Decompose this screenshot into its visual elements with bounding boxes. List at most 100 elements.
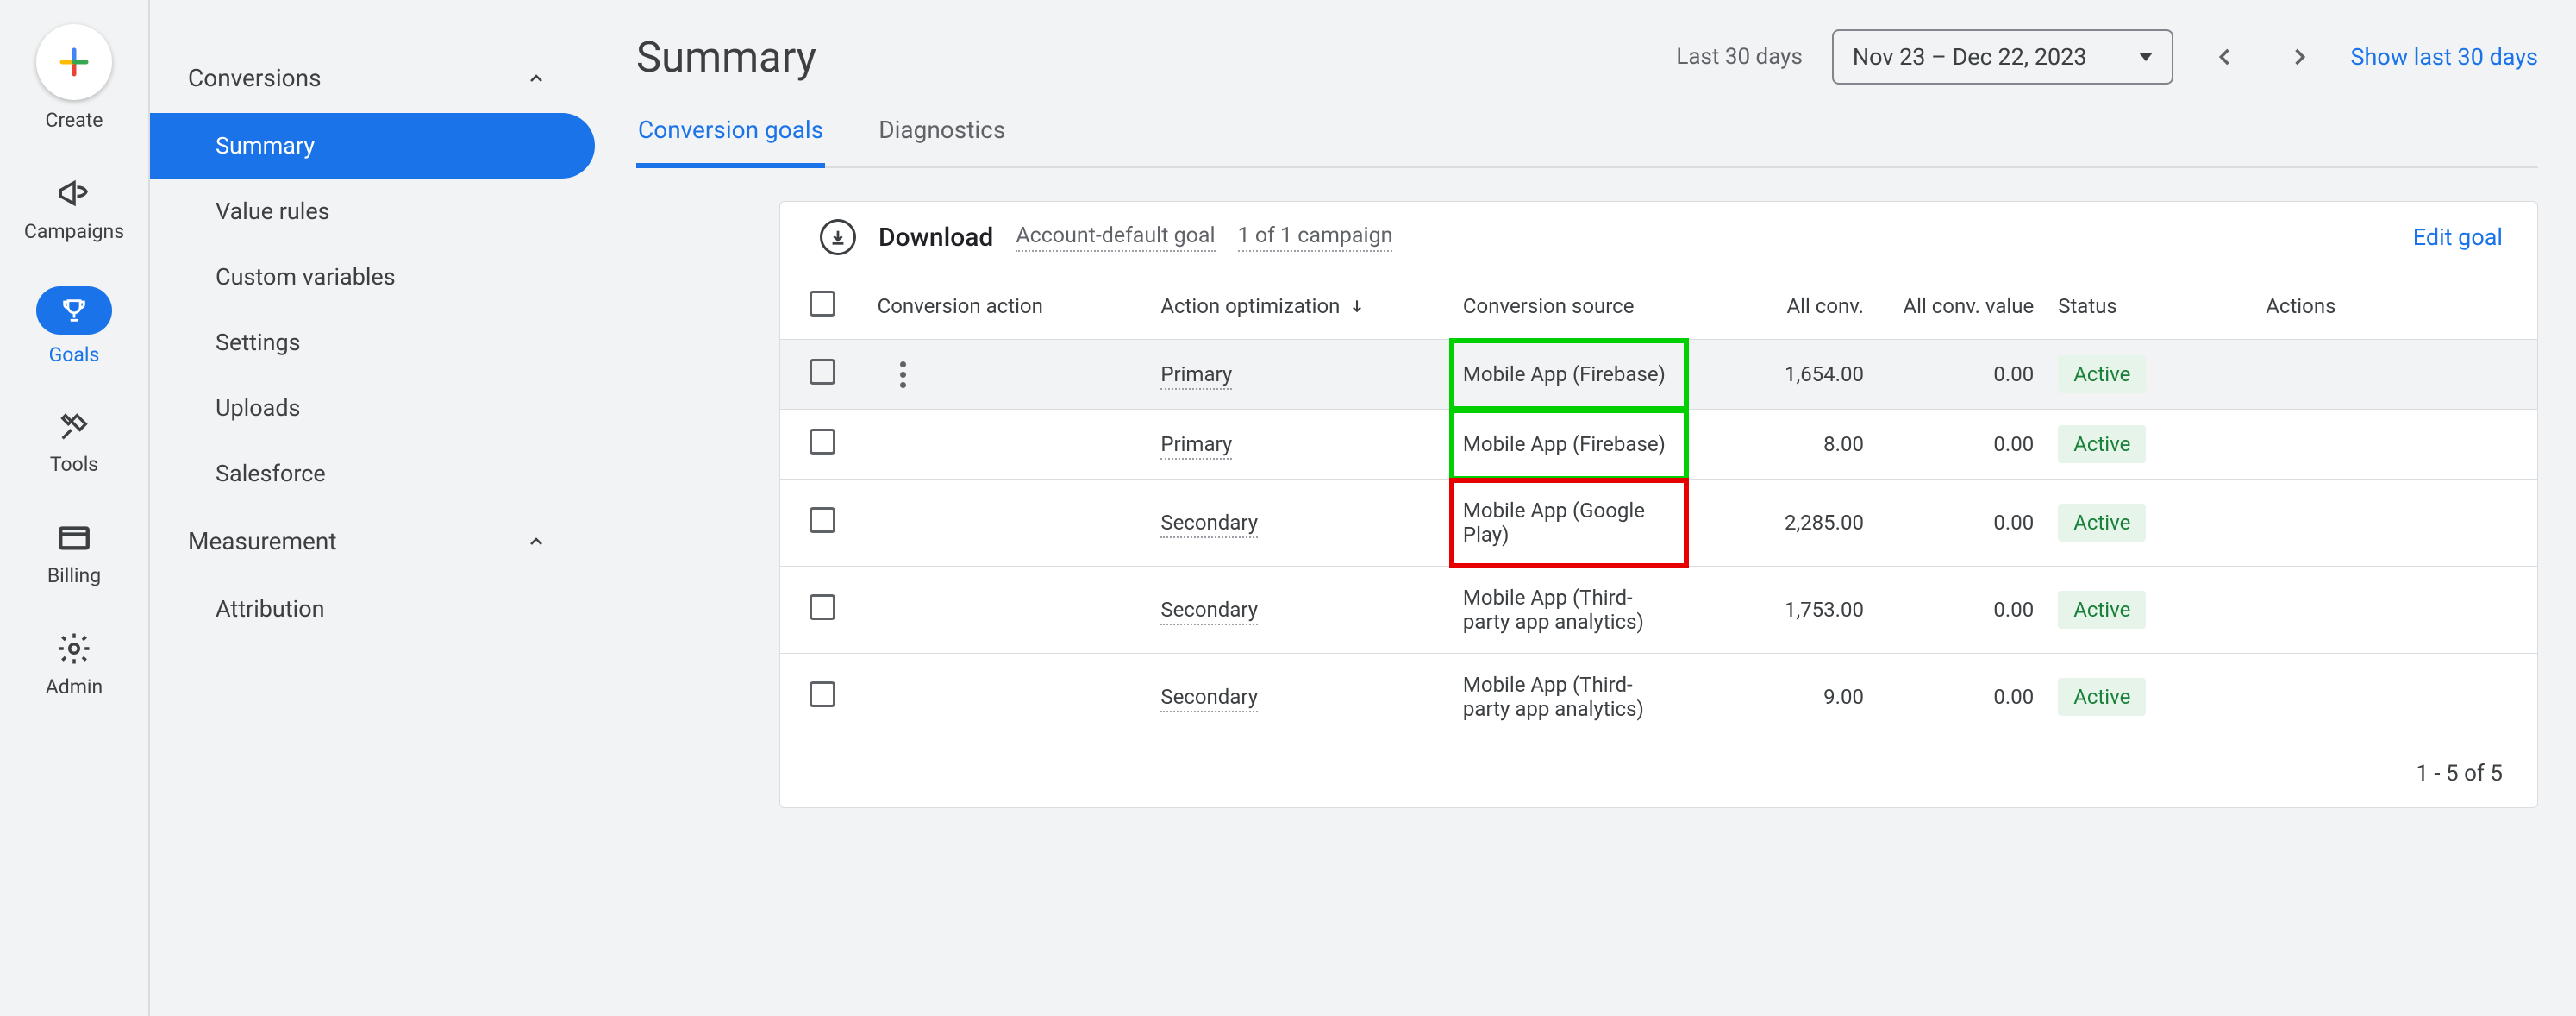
- row-actions: [2254, 340, 2537, 410]
- sidebar-item-uploads[interactable]: Uploads: [150, 375, 595, 441]
- rail-item-goals[interactable]: Goals: [36, 286, 112, 367]
- date-prev-button[interactable]: [2203, 34, 2248, 79]
- all-conv-value: 2,285.00: [1687, 480, 1876, 567]
- card-icon: [56, 519, 92, 555]
- date-next-button[interactable]: [2277, 34, 2322, 79]
- all-conv-value: 1,753.00: [1687, 567, 1876, 654]
- row-checkbox[interactable]: [810, 594, 835, 620]
- edit-goal-link[interactable]: Edit goal: [2413, 223, 2503, 251]
- page-title: Summary: [636, 33, 816, 82]
- conversion-source-value: Mobile App (Firebase): [1451, 410, 1687, 480]
- sort-desc-icon: [1348, 298, 1366, 315]
- select-all-checkbox[interactable]: [810, 291, 835, 317]
- all-conv-value-value: 0.00: [1876, 654, 2046, 741]
- optimization-value[interactable]: Primary: [1160, 362, 1232, 390]
- group-title: Conversions: [188, 64, 322, 92]
- show-last-30-link[interactable]: Show last 30 days: [2351, 43, 2538, 71]
- sidebar-item-attribution[interactable]: Attribution: [150, 576, 595, 642]
- card-meta-campaigns[interactable]: 1 of 1 campaign: [1238, 223, 1393, 252]
- status-badge: Active: [2058, 678, 2146, 716]
- rail-item-billing[interactable]: Billing: [47, 519, 101, 587]
- all-conv-value: 8.00: [1687, 410, 1876, 480]
- date-range-label: Last 30 days: [1676, 44, 1803, 70]
- conversions-table: Conversion action Action optimization Co…: [780, 273, 2537, 740]
- row-checkbox[interactable]: [810, 429, 835, 455]
- tab-diagnostics[interactable]: Diagnostics: [877, 107, 1007, 166]
- col-all-conv-value[interactable]: All conv. value: [1876, 273, 2046, 340]
- col-status[interactable]: Status: [2046, 273, 2254, 340]
- megaphone-icon: [56, 175, 92, 211]
- chevron-up-icon: [526, 68, 547, 89]
- tab-conversion-goals[interactable]: Conversion goals: [636, 107, 825, 168]
- rail-label: Billing: [47, 564, 101, 587]
- optimization-value[interactable]: Primary: [1160, 432, 1232, 460]
- group-title: Measurement: [188, 527, 337, 555]
- chevron-up-icon: [526, 531, 547, 552]
- row-checkbox[interactable]: [810, 359, 835, 385]
- gear-icon: [56, 630, 92, 667]
- trophy-icon: [36, 286, 112, 335]
- all-conv-value-value: 0.00: [1876, 410, 2046, 480]
- date-range-value: Nov 23 – Dec 22, 2023: [1853, 43, 2087, 71]
- optimization-value[interactable]: Secondary: [1160, 511, 1258, 538]
- date-range-selector[interactable]: Nov 23 – Dec 22, 2023: [1832, 29, 2173, 85]
- rail-label: Admin: [46, 675, 103, 699]
- rail-item-campaigns[interactable]: Campaigns: [24, 175, 124, 243]
- status-badge: Active: [2058, 425, 2146, 463]
- col-conversion-action[interactable]: Conversion action: [866, 273, 1149, 340]
- table-row[interactable]: Primary Mobile App (Firebase)8.000.00 Acti…: [780, 410, 2537, 480]
- conversion-source-value: Mobile App (Google Play): [1451, 480, 1687, 567]
- row-menu-button[interactable]: [886, 361, 921, 388]
- row-checkbox[interactable]: [810, 507, 835, 533]
- col-conversion-source[interactable]: Conversion source: [1451, 273, 1687, 340]
- status-badge: Active: [2058, 504, 2146, 542]
- conversion-source-value: Mobile App (Third-party app analytics): [1451, 567, 1687, 654]
- row-actions: [2254, 654, 2537, 741]
- col-actions[interactable]: Actions: [2254, 273, 2537, 340]
- main-content: Summary Last 30 days Nov 23 – Dec 22, 20…: [595, 0, 2576, 1016]
- sidebar-group-conversions[interactable]: Conversions: [150, 43, 595, 113]
- conversion-source-value: Mobile App (Firebase): [1451, 340, 1687, 410]
- all-conv-value: 1,654.00: [1687, 340, 1876, 410]
- plus-icon: [36, 24, 112, 100]
- col-all-conv[interactable]: All conv.: [1687, 273, 1876, 340]
- all-conv-value-value: 0.00: [1876, 567, 2046, 654]
- rail-label: Campaigns: [24, 220, 124, 243]
- caret-down-icon: [2139, 53, 2153, 61]
- create-label: Create: [46, 109, 103, 132]
- card-meta-default[interactable]: Account-default goal: [1016, 223, 1215, 252]
- card-title: Download: [878, 223, 993, 253]
- col-action-optimization[interactable]: Action optimization: [1148, 273, 1451, 340]
- table-row[interactable]: Secondary Mobile App (Third-party app ana…: [780, 654, 2537, 741]
- icon-rail: Create Campaigns Goals Tools Billing: [0, 0, 150, 1016]
- status-badge: Active: [2058, 355, 2146, 393]
- tools-icon: [57, 410, 91, 444]
- sidebar-group-measurement[interactable]: Measurement: [150, 506, 595, 576]
- table-row[interactable]: Secondary Mobile App (Third-party app ana…: [780, 567, 2537, 654]
- optimization-value[interactable]: Secondary: [1160, 685, 1258, 712]
- rail-item-tools[interactable]: Tools: [50, 410, 98, 476]
- table-pager: 1 - 5 of 5: [780, 740, 2537, 807]
- tabs: Conversion goals Diagnostics: [636, 107, 2538, 168]
- sidebar-item-salesforce[interactable]: Salesforce: [150, 441, 595, 506]
- row-actions: [2254, 480, 2537, 567]
- row-actions: [2254, 410, 2537, 480]
- status-badge: Active: [2058, 591, 2146, 629]
- sidebar: Conversions SummaryValue rulesCustom var…: [150, 0, 595, 1016]
- row-checkbox[interactable]: [810, 681, 835, 707]
- rail-label: Tools: [50, 453, 98, 476]
- sidebar-item-settings[interactable]: Settings: [150, 310, 595, 375]
- sidebar-item-custom-variables[interactable]: Custom variables: [150, 244, 595, 310]
- rail-item-admin[interactable]: Admin: [46, 630, 103, 699]
- row-actions: [2254, 567, 2537, 654]
- download-icon: [820, 219, 856, 255]
- optimization-value[interactable]: Secondary: [1160, 598, 1258, 625]
- table-row[interactable]: Primary Mobile App (Firebase)1,654.000.00…: [780, 340, 2537, 410]
- conversion-source-value: Mobile App (Third-party app analytics): [1451, 654, 1687, 741]
- all-conv-value-value: 0.00: [1876, 340, 2046, 410]
- create-button[interactable]: Create: [36, 24, 112, 132]
- sidebar-item-summary[interactable]: Summary: [150, 113, 595, 179]
- all-conv-value-value: 0.00: [1876, 480, 2046, 567]
- table-row[interactable]: Secondary Mobile App (Google Play)2,285.0…: [780, 480, 2537, 567]
- sidebar-item-value-rules[interactable]: Value rules: [150, 179, 595, 244]
